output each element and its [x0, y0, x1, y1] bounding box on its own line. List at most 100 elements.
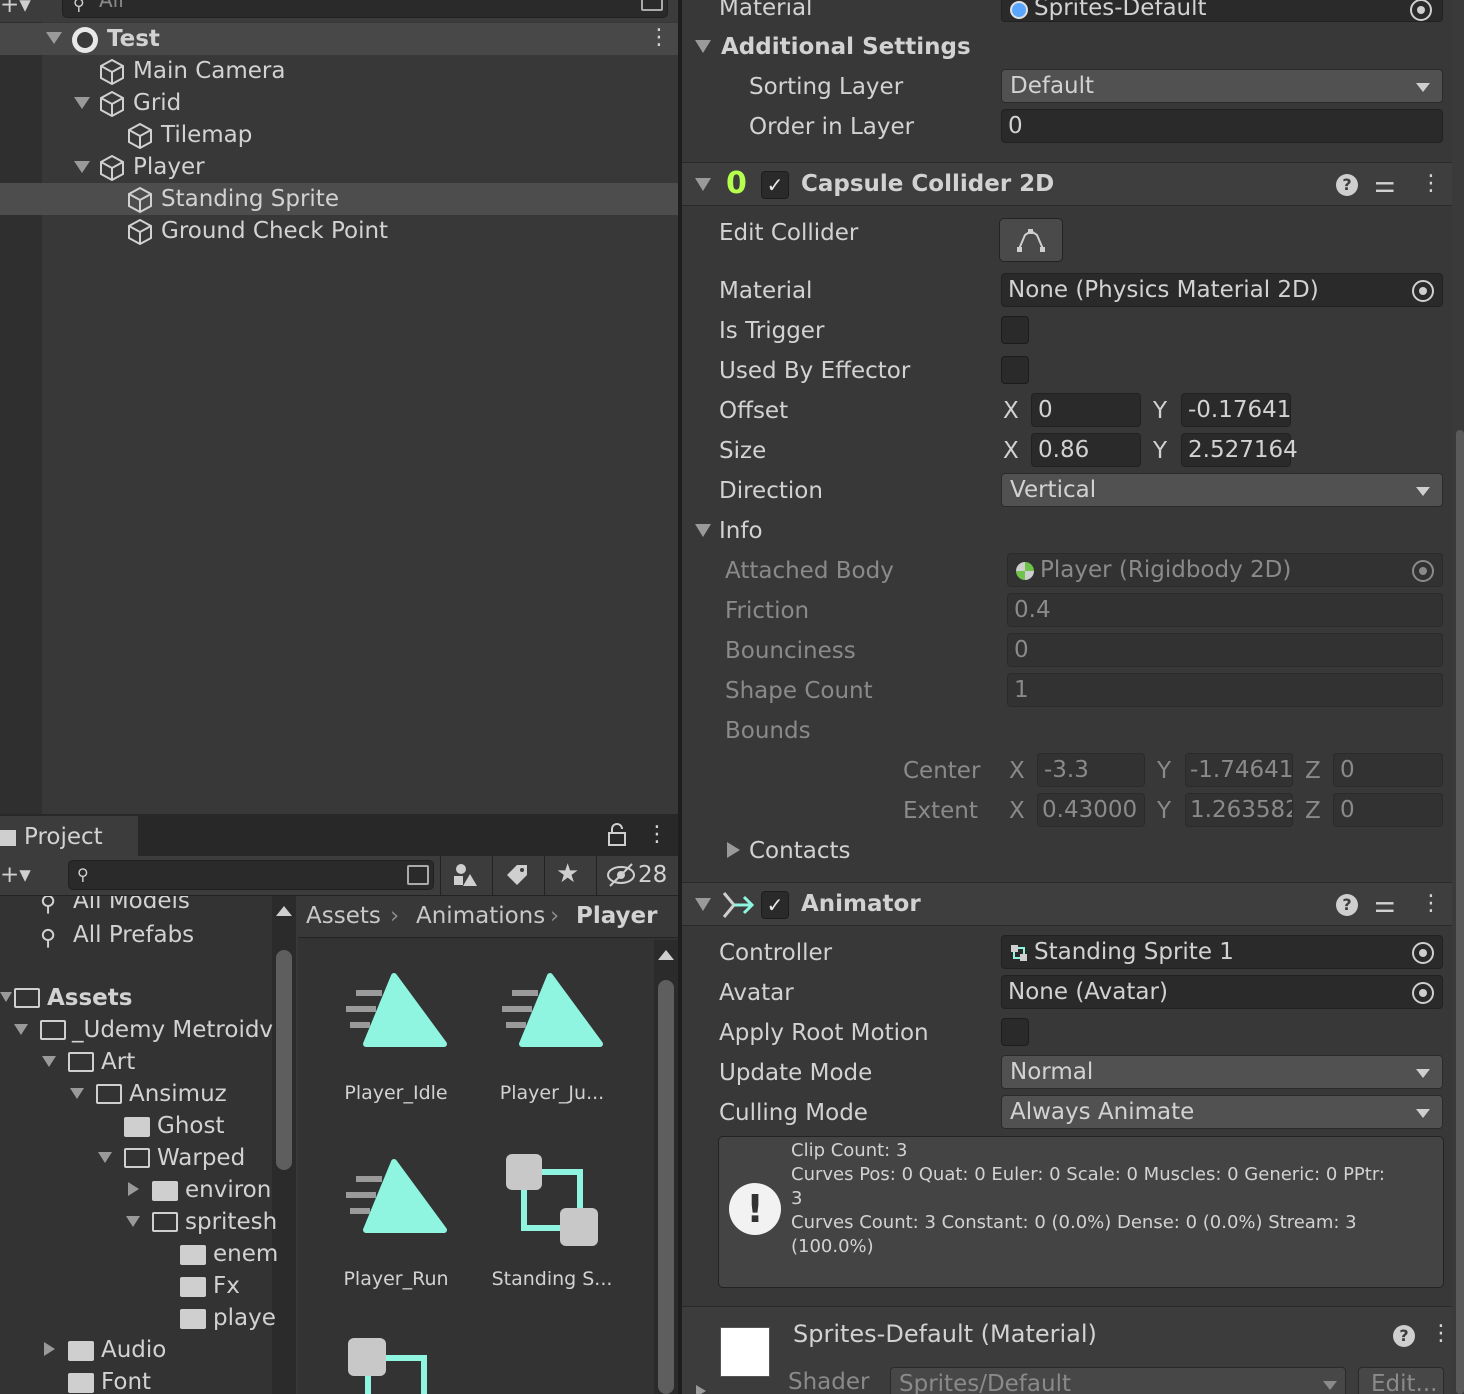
object-picker-icon[interactable]	[1412, 982, 1434, 1004]
search-mode-icon[interactable]	[407, 865, 429, 885]
scroll-up-icon[interactable]	[276, 906, 292, 916]
scene-row[interactable]: Test ⋮	[0, 23, 678, 55]
edit-shader-button[interactable]: Edit...	[1358, 1367, 1444, 1394]
capsule-collider-header[interactable]: 0 ✓ Capsule Collider 2D ? ⚌ ⋮	[682, 162, 1452, 206]
used-by-effector-checkbox[interactable]	[1001, 356, 1029, 384]
asset-standing-sprite-controller[interactable]: Standing S...	[474, 1146, 630, 1296]
help-icon[interactable]: ?	[1393, 1325, 1415, 1347]
expand-arrow-icon[interactable]	[696, 1385, 706, 1394]
folder-ansimuz[interactable]: Ansimuz	[0, 1078, 272, 1110]
breadcrumb-animations[interactable]: Animations	[416, 901, 545, 931]
breadcrumb-assets[interactable]: Assets	[306, 901, 381, 931]
info-foldout[interactable]: Info	[719, 516, 763, 546]
folder-font[interactable]: Font	[0, 1366, 272, 1394]
collapse-arrow-icon[interactable]	[98, 1152, 112, 1163]
collapse-arrow-icon[interactable]	[126, 1216, 140, 1227]
avatar-field[interactable]: None (Avatar)	[1001, 975, 1443, 1009]
search-mode-icon[interactable]	[641, 0, 663, 11]
component-menu-icon[interactable]: ⋮	[1430, 1321, 1452, 1347]
order-in-layer-field[interactable]: 0	[1001, 109, 1443, 143]
size-y-field[interactable]: 2.527164	[1181, 433, 1298, 467]
size-x-field[interactable]: 0.86	[1031, 433, 1141, 467]
offset-x-field[interactable]: 0	[1031, 393, 1141, 427]
hidden-packages-icon[interactable]	[606, 862, 636, 888]
hierarchy-item-grid[interactable]: Grid	[0, 87, 678, 119]
direction-dropdown[interactable]: Vertical	[1001, 473, 1443, 507]
folder-fx[interactable]: Fx	[0, 1270, 272, 1302]
collapse-arrow-icon[interactable]	[74, 161, 90, 173]
collapse-arrow-icon[interactable]	[695, 524, 711, 537]
breadcrumb-player[interactable]: Player	[576, 901, 658, 931]
culling-mode-dropdown[interactable]: Always Animate	[1001, 1095, 1443, 1129]
help-icon[interactable]: ?	[1336, 174, 1358, 196]
tab-project[interactable]: Project	[0, 816, 138, 858]
hierarchy-item-main-camera[interactable]: Main Camera	[0, 55, 678, 87]
collapse-arrow-icon[interactable]	[42, 1056, 56, 1067]
star-icon[interactable]: ★	[556, 858, 579, 890]
hierarchy-item-player[interactable]: Player	[0, 151, 678, 183]
favorite-all-prefabs[interactable]: ⚲ All Prefabs	[40, 922, 280, 956]
collapse-arrow-icon[interactable]	[695, 40, 711, 53]
inspector-scrollbar-thumb[interactable]	[1456, 430, 1464, 1394]
shader-dropdown[interactable]: Sprites/Default	[890, 1367, 1346, 1394]
component-menu-icon[interactable]: ⋮	[1420, 171, 1442, 197]
additional-settings-foldout[interactable]: Additional Settings	[721, 32, 971, 62]
contacts-foldout[interactable]: Contacts	[749, 836, 850, 866]
component-menu-icon[interactable]: ⋮	[1420, 891, 1442, 917]
object-picker-icon[interactable]	[1412, 942, 1434, 964]
offset-y-field[interactable]: -0.17641	[1181, 393, 1291, 427]
folder-spritesh[interactable]: spritesh	[0, 1206, 277, 1238]
scene-menu-icon[interactable]: ⋮	[648, 27, 670, 49]
asset-player-idle[interactable]: Player_Idle	[318, 960, 474, 1110]
object-picker-icon[interactable]	[1410, 0, 1432, 21]
folder-environ[interactable]: environ	[0, 1174, 272, 1206]
expand-arrow-icon[interactable]	[727, 842, 740, 858]
asset-player-jump[interactable]: Player_Ju...	[474, 960, 630, 1110]
controller-field[interactable]: Standing Sprite 1	[1001, 935, 1443, 969]
folder-art[interactable]: Art	[0, 1046, 272, 1078]
collider-material-field[interactable]: None (Physics Material 2D)	[1001, 273, 1443, 307]
expand-arrow-icon[interactable]	[44, 1342, 55, 1356]
collapse-arrow-icon[interactable]	[46, 32, 62, 44]
search-by-label-icon[interactable]	[504, 862, 530, 888]
folder-warped[interactable]: Warped	[0, 1142, 272, 1174]
collapse-arrow-icon[interactable]	[70, 1088, 84, 1099]
asset-player-run[interactable]: Player_Run	[318, 1146, 474, 1296]
apply-root-motion-checkbox[interactable]	[1001, 1018, 1029, 1046]
folder-udemy-metroidv[interactable]: _Udemy Metroidv	[0, 1014, 273, 1046]
folder-ghost[interactable]: Ghost	[0, 1110, 272, 1142]
is-trigger-checkbox[interactable]	[1001, 316, 1029, 344]
folder-assets[interactable]: Assets	[0, 982, 272, 1014]
hierarchy-item-ground-check-point[interactable]: Ground Check Point	[0, 215, 678, 247]
hierarchy-search-input[interactable]: ⚲ All	[62, 0, 668, 18]
sorting-layer-dropdown[interactable]: Default	[1001, 69, 1443, 103]
edit-collider-button[interactable]	[999, 218, 1063, 262]
lock-icon[interactable]	[606, 822, 628, 848]
hierarchy-item-standing-sprite[interactable]: Standing Sprite	[0, 183, 678, 215]
preset-icon[interactable]: ⚌	[1374, 891, 1396, 917]
project-create-button[interactable]: +▾	[0, 860, 31, 890]
update-mode-dropdown[interactable]: Normal	[1001, 1055, 1443, 1089]
collapse-arrow-icon[interactable]	[74, 97, 90, 109]
collapse-arrow-icon[interactable]	[14, 1024, 28, 1035]
project-search-input[interactable]: ⚲	[68, 860, 434, 890]
folder-audio[interactable]: Audio	[0, 1334, 272, 1366]
hierarchy-item-tilemap[interactable]: Tilemap	[0, 119, 678, 151]
scroll-up-icon[interactable]	[658, 950, 674, 960]
panel-menu-icon[interactable]: ⋮	[646, 822, 668, 848]
tree-scrollbar-thumb[interactable]	[276, 950, 292, 1170]
collapse-arrow-icon[interactable]	[695, 898, 711, 911]
collapse-arrow-icon[interactable]	[0, 992, 12, 1002]
animator-controller-icon[interactable]	[346, 1336, 446, 1394]
preset-icon[interactable]: ⚌	[1374, 171, 1396, 197]
search-by-type-icon[interactable]	[452, 862, 478, 888]
expand-arrow-icon[interactable]	[128, 1182, 139, 1196]
collider-enabled-checkbox[interactable]: ✓	[761, 171, 789, 199]
folder-playe[interactable]: playe	[0, 1302, 276, 1334]
help-icon[interactable]: ?	[1336, 894, 1358, 916]
folder-enem[interactable]: enem	[0, 1238, 278, 1270]
collapse-arrow-icon[interactable]	[695, 178, 711, 191]
animator-enabled-checkbox[interactable]: ✓	[761, 891, 789, 919]
object-picker-icon[interactable]	[1412, 280, 1434, 302]
animator-header[interactable]: ✓ Animator ? ⚌ ⋮	[682, 882, 1452, 926]
